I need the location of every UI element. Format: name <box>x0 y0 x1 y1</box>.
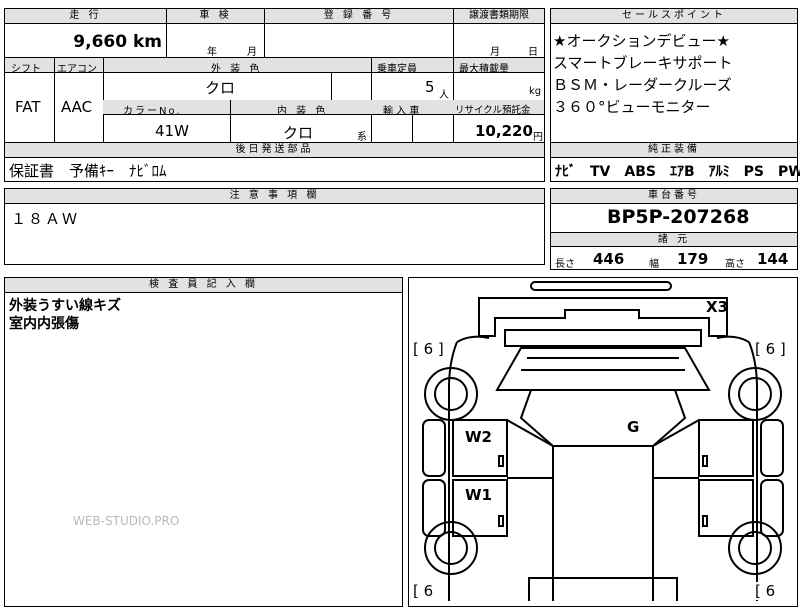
mileage-value: 9,660 km <box>73 32 162 52</box>
height-label: 高さ <box>725 259 745 270</box>
interior-color-header: 内 装 色 <box>277 106 329 117</box>
inspection-year-label: 年 <box>207 47 217 58</box>
color-no-value: 41W <box>155 122 189 140</box>
damage-code-x3: X3 <box>706 298 729 316</box>
roof-panel <box>519 389 687 447</box>
registration-cell: 登 録 番 号 <box>264 8 454 58</box>
transfer-day-label: 日 <box>528 47 538 58</box>
genuine-equipment-box: 純正装備 ﾅﾋﾞ TV ABS ｴｱB ｱﾙﾐ PS PW <box>550 142 800 182</box>
width-label: 幅 <box>649 259 659 270</box>
front-bumper-bar <box>530 281 672 291</box>
specs-header: 諸 元 <box>551 232 797 247</box>
inspector-box: 検 査 員 記 入 欄 外装うすい線キズ 室内内張傷 WEB-STUDIO.PR… <box>4 277 403 607</box>
sales-point-box: セールスポイント ★オークションデビュー★ スマートブレーキサポート ＢＳＭ・レ… <box>550 8 798 143</box>
wheel-rear-left <box>424 521 478 575</box>
inspector-line-2: 室内内張傷 <box>9 316 79 332</box>
shift-value: FAT <box>15 98 41 116</box>
exterior-color-value: クロ <box>205 79 236 97</box>
aircon-value: AAC <box>61 98 93 116</box>
color-no-header: カラーNo. <box>123 106 182 117</box>
later-parts-value: 保証書 予備ｷｰ ﾅﾋﾞﾛﾑ <box>9 162 167 180</box>
mileage-header: 走 行 <box>5 9 166 24</box>
mileage-cell: 走 行 9,660 km <box>4 8 167 58</box>
chassis-header: 車台番号 <box>551 189 797 204</box>
sales-point-header: セールスポイント <box>551 9 797 24</box>
damage-code-g: G <box>627 418 640 436</box>
capacity-value: 5 <box>425 78 435 96</box>
sales-point-1: ★オークションデビュー★ <box>553 32 730 50</box>
length-value: 446 <box>593 250 625 268</box>
inspection-header: 車 検 <box>167 9 264 24</box>
recycle-header: リサイクル預託金 <box>455 105 531 116</box>
aircon-header: エアコン <box>57 64 97 75</box>
length-label: 長さ <box>555 259 575 270</box>
door-rear-right <box>698 479 754 537</box>
max-load-header: 最大積載量 <box>459 64 509 75</box>
tire-left-bottom: [ 6 <box>413 582 434 600</box>
interior-color-value: クロ <box>283 124 314 142</box>
transfer-deadline-header: 譲渡書類期限 <box>454 9 544 24</box>
exterior-color-header: 外 装 色 <box>211 64 263 75</box>
inspector-header: 検 査 員 記 入 欄 <box>5 278 402 293</box>
later-parts-box: 後日発送部品 保証書 予備ｷｰ ﾅﾋﾞﾛﾑ <box>4 142 545 182</box>
tire-right-top: [ 6 ] <box>755 340 786 358</box>
inspector-line-1: 外装うすい線キズ <box>9 298 121 314</box>
damage-code-w1: W1 <box>465 486 492 504</box>
rear-window <box>528 577 678 601</box>
transfer-month-label: 月 <box>490 47 500 58</box>
car-diagram-box: X3 W2 W1 G [ 6 ] [ 6 ] [ 6 [ 6 <box>408 277 798 607</box>
height-value: 144 <box>757 250 789 268</box>
capacity-unit: 人 <box>439 90 449 101</box>
notes-box: 注 意 事 項 欄 １８ＡＷ <box>4 188 545 265</box>
import-header: 輸 入 車 <box>383 106 420 117</box>
wheel-front-left <box>424 367 478 421</box>
later-parts-header: 後日発送部品 <box>5 143 544 158</box>
watermark-text: WEB-STUDIO.PRO <box>73 514 180 528</box>
mirror-left <box>422 419 446 477</box>
damage-code-w2: W2 <box>465 428 492 446</box>
registration-header: 登 録 番 号 <box>265 9 453 24</box>
notes-header: 注 意 事 項 欄 <box>5 189 544 204</box>
door-front-right <box>698 419 754 477</box>
max-load-unit: kg <box>529 86 542 97</box>
genuine-equipment-value: ﾅﾋﾞ TV ABS ｴｱB ｱﾙﾐ PS PW <box>555 164 800 180</box>
sales-point-2: スマートブレーキサポート <box>553 54 733 72</box>
sales-point-3: ＢＳＭ・レーダークルーズ <box>553 76 732 94</box>
capacity-header: 乗車定員 <box>377 64 417 75</box>
recycle-unit: 円 <box>533 132 543 143</box>
spec-table: シフト エアコン 外 装 色 乗車定員 最大積載量 FAT AAC クロ 5 人… <box>4 57 545 143</box>
wheel-rear-right <box>728 521 782 575</box>
notes-value: １８ＡＷ <box>11 210 80 228</box>
tire-right-bottom: [ 6 <box>755 582 776 600</box>
sales-point-4: ３６０°ビューモニター <box>553 98 711 116</box>
tire-left-top: [ 6 ] <box>413 340 444 358</box>
chassis-value: BP5P-207268 <box>607 206 750 228</box>
interior-suffix: 系 <box>357 132 367 143</box>
width-value: 179 <box>677 250 709 268</box>
inspection-cell: 車 検 年 月 <box>166 8 265 58</box>
inspection-month-label: 月 <box>247 47 257 58</box>
wheel-front-right <box>728 367 782 421</box>
shift-header: シフト <box>11 64 41 75</box>
genuine-equipment-header: 純正装備 <box>551 143 797 158</box>
mirror-right <box>760 419 784 477</box>
hood-outline <box>504 329 702 347</box>
recycle-value: 10,220 <box>475 122 533 140</box>
transfer-deadline-cell: 譲渡書類期限 月 日 <box>453 8 545 58</box>
chassis-box: 車台番号 BP5P-207268 諸 元 長さ 446 幅 179 高さ 144 <box>550 188 798 270</box>
